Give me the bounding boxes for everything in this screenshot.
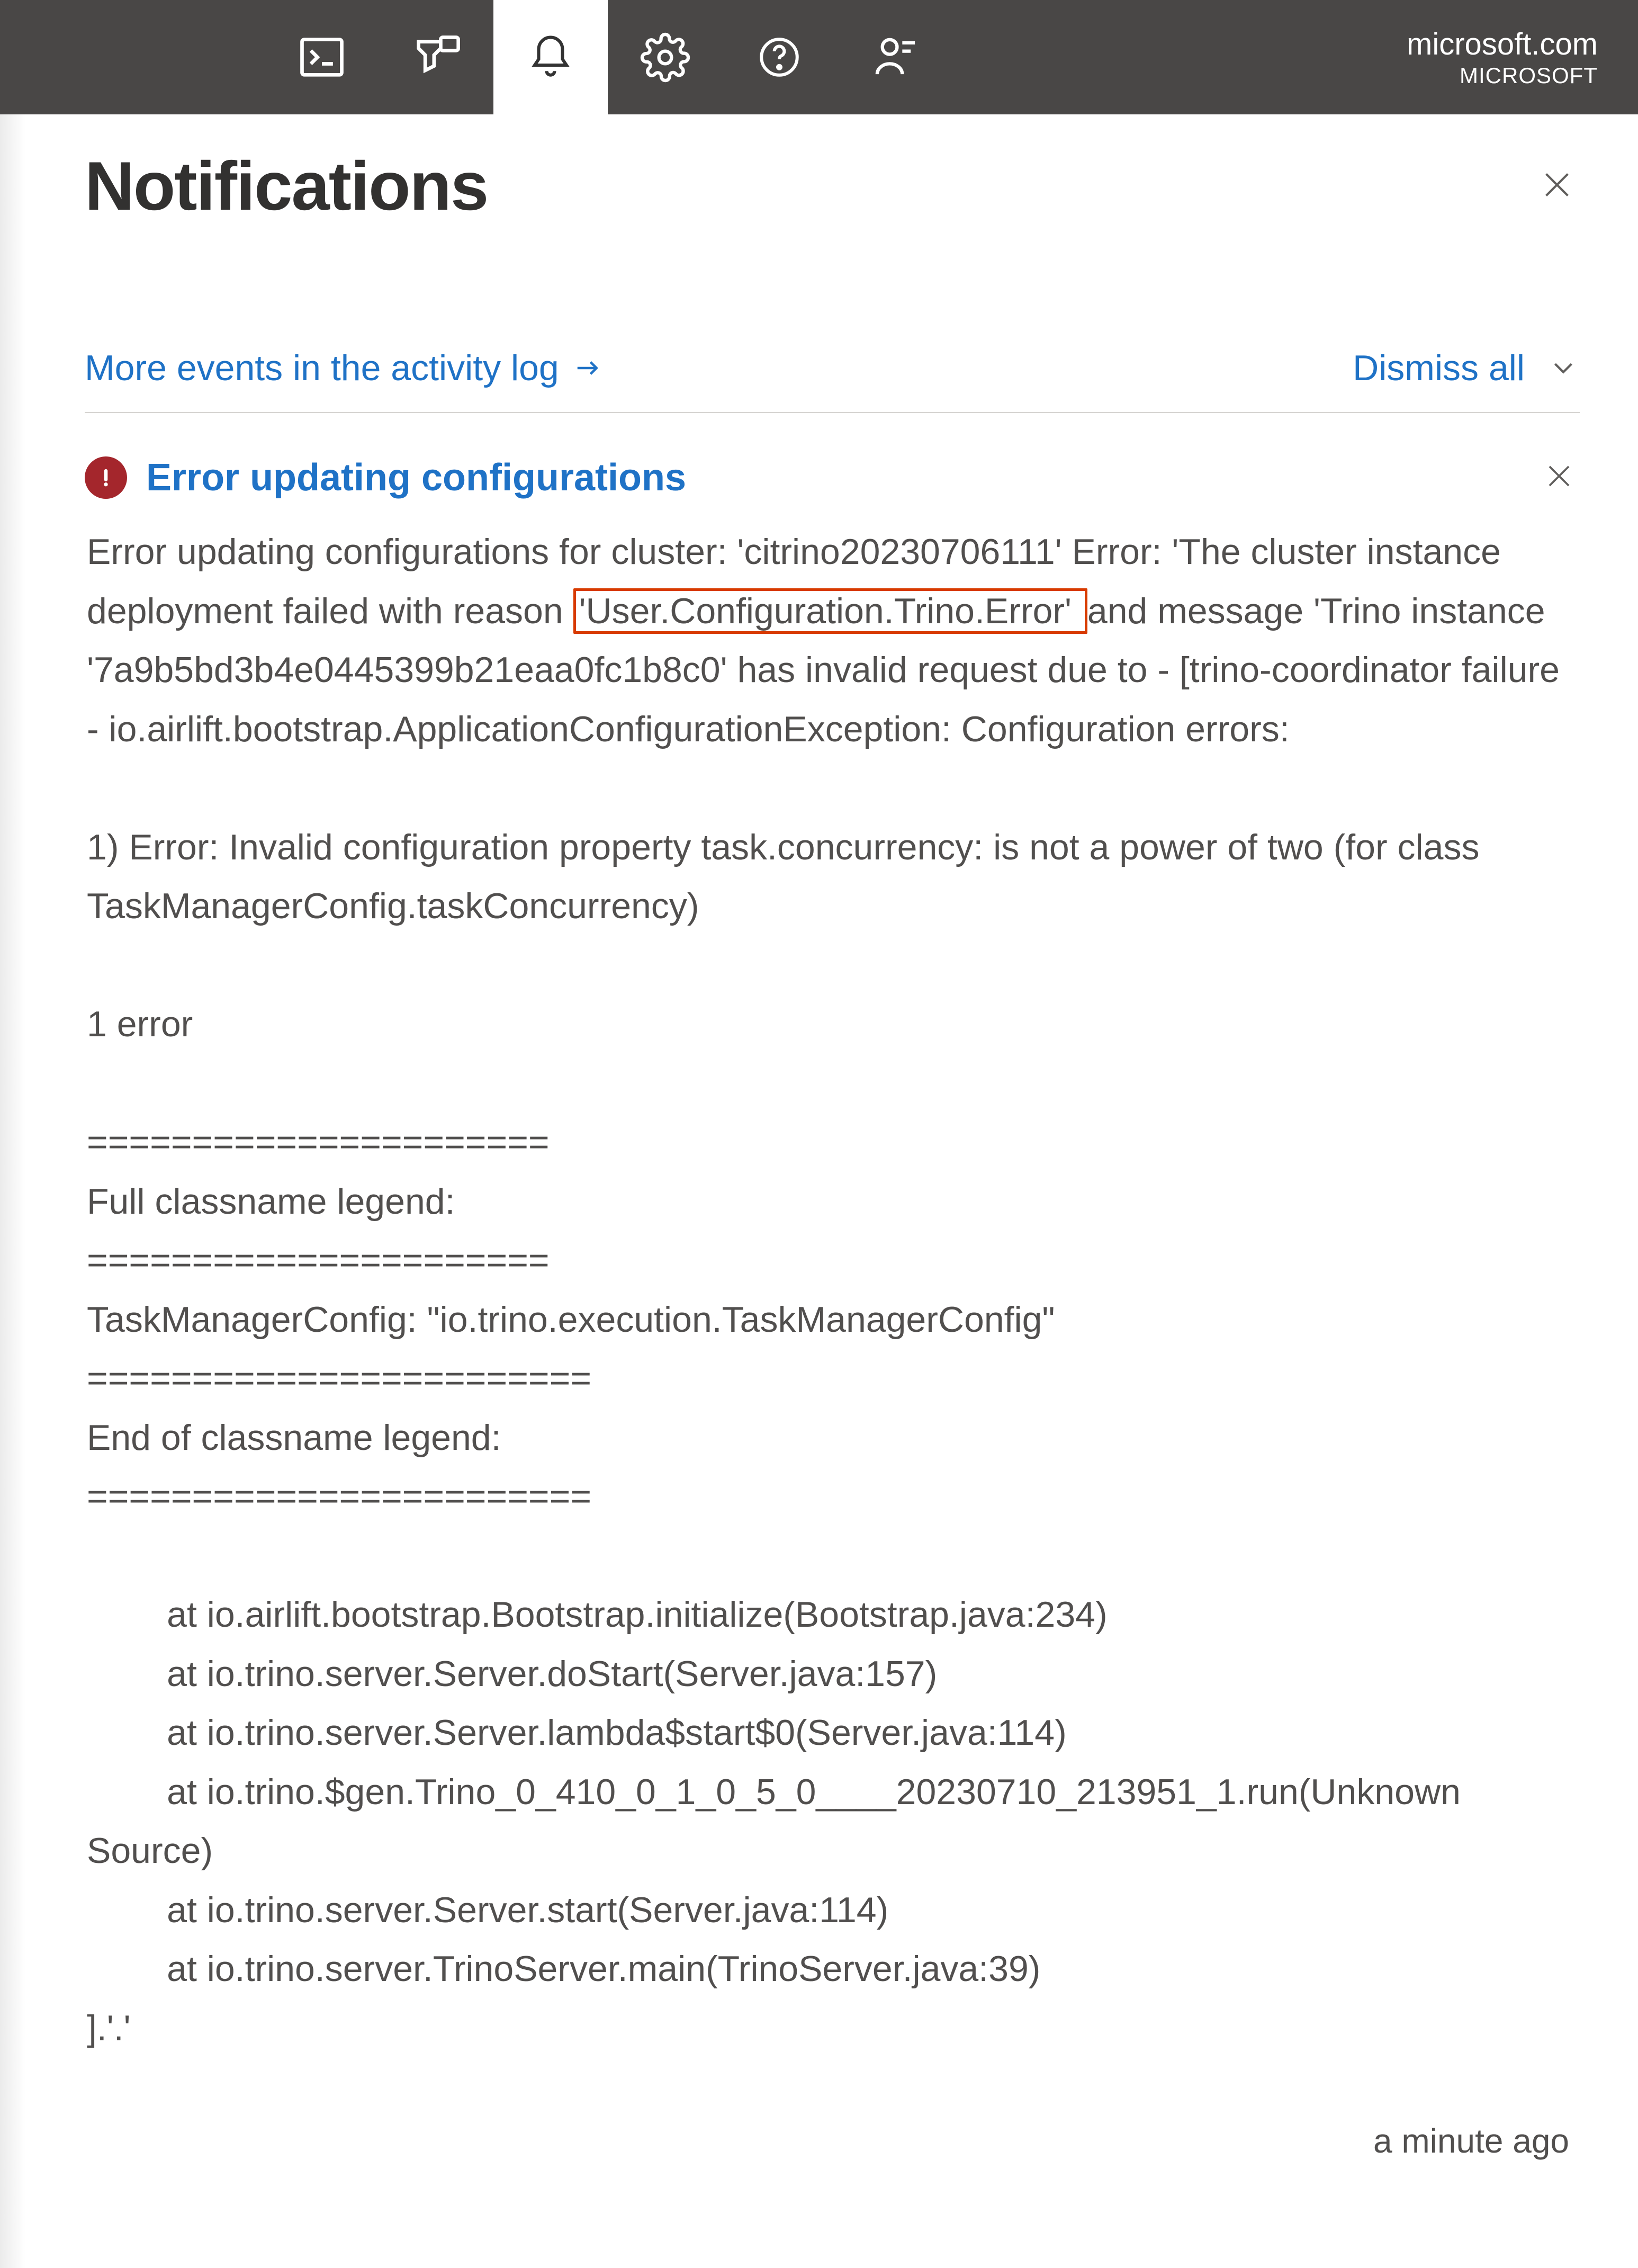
activity-log-link-label: More events in the activity log	[85, 347, 559, 389]
account-domain: microsoft.com	[1407, 26, 1598, 62]
topbar-icons	[265, 0, 951, 114]
dismiss-all-button[interactable]: Dismiss all	[1353, 347, 1525, 389]
close-panel-button[interactable]	[1534, 162, 1580, 210]
account-org: MICROSOFT	[1460, 63, 1598, 88]
topbar: microsoft.com MICROSOFT	[0, 0, 1638, 114]
activity-log-link[interactable]: More events in the activity log	[85, 347, 602, 389]
notifications-panel: Notifications More events in the activit…	[0, 114, 1638, 2192]
help-icon[interactable]	[722, 0, 836, 114]
subheader-actions: Dismiss all	[1353, 347, 1580, 389]
notification-body: Error updating configurations for cluste…	[85, 523, 1580, 2058]
error-reason-highlight: 'User.Configuration.Trino.Error'	[573, 588, 1087, 634]
notification-timestamp: a minute ago	[85, 2121, 1580, 2161]
arrow-right-icon	[574, 354, 602, 382]
error-icon	[85, 456, 127, 499]
settings-icon[interactable]	[608, 0, 722, 114]
chevron-down-icon[interactable]	[1547, 352, 1580, 384]
page-title: Notifications	[85, 146, 488, 226]
feedback-icon[interactable]	[836, 0, 951, 114]
notification-header: Error updating configurations	[85, 455, 1580, 499]
panel-header: Notifications	[85, 146, 1580, 226]
dismiss-notification-button[interactable]	[1538, 455, 1580, 499]
directory-filter-icon[interactable]	[379, 0, 493, 114]
subheader: More events in the activity log Dismiss …	[85, 347, 1580, 413]
notifications-panel-root: microsoft.com MICROSOFT Notifications Mo…	[0, 0, 1638, 2268]
notification-title: Error updating configurations	[146, 456, 1519, 499]
account-info[interactable]: microsoft.com MICROSOFT	[1407, 26, 1613, 88]
notification-item: Error updating configurations Error upda…	[85, 413, 1580, 2161]
notifications-icon[interactable]	[493, 0, 608, 114]
cloud-shell-icon[interactable]	[265, 0, 379, 114]
notification-body-post: and message 'Trino instance '7a9b5bd3b4e…	[87, 591, 1570, 2048]
